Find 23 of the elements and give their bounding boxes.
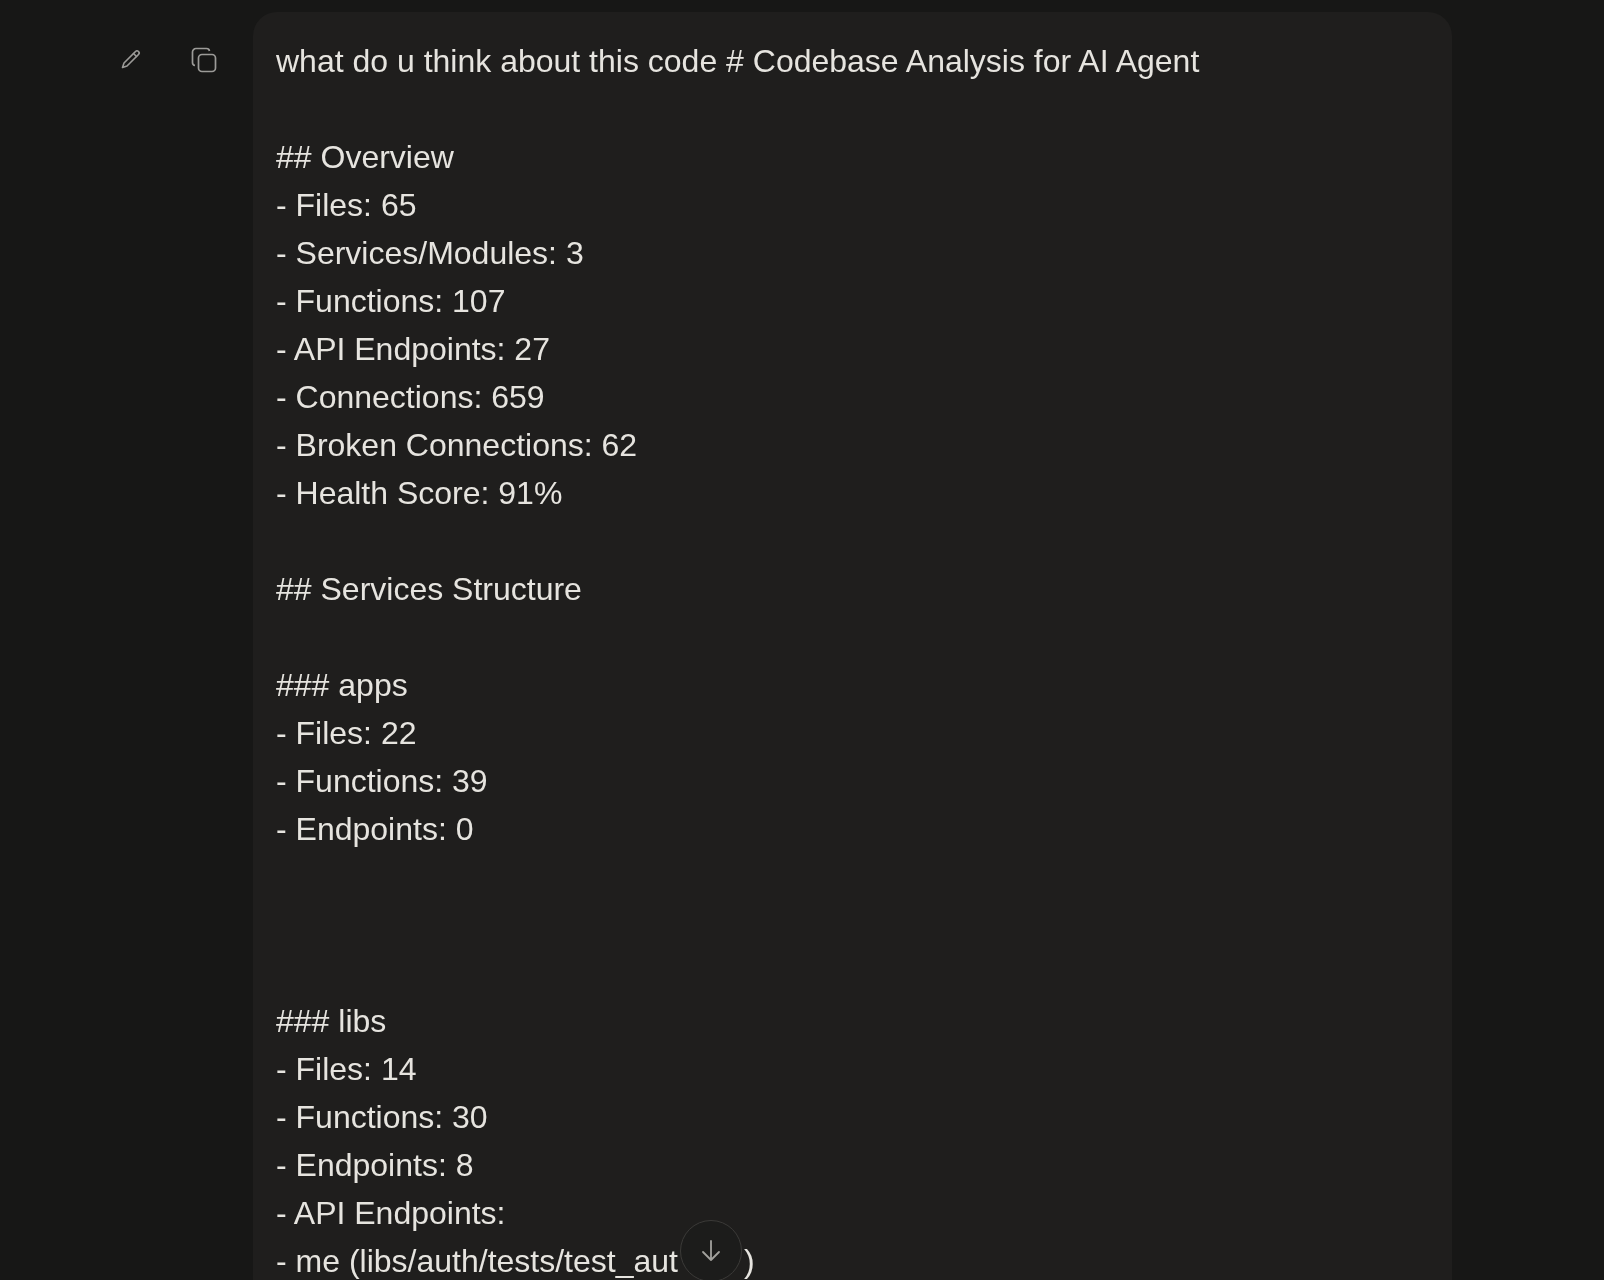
message-line: - API Endpoints: 27 — [276, 331, 550, 367]
message-line: - me (libs/auth/tests/test_aut — [276, 1242, 678, 1280]
message-line: - Functions: 107 — [276, 283, 506, 319]
message-line: - Connections: 659 — [276, 379, 545, 415]
down-arrow-icon — [700, 1240, 721, 1262]
message-line: - Services/Modules: 3 — [276, 235, 584, 271]
message-line: - Endpoints: 0 — [276, 811, 474, 847]
message-line: ) — [743, 1242, 755, 1280]
message-line: - Files: 22 — [276, 715, 417, 751]
message-line: ### apps — [276, 667, 408, 703]
copy-icon[interactable] — [191, 47, 217, 73]
message-line: ## Overview — [276, 139, 454, 175]
message-line: ### libs — [276, 1003, 387, 1039]
message-line: - API Endpoints: — [276, 1195, 506, 1231]
message-line: - Broken Connections: 62 — [276, 427, 638, 463]
message-line: - Health Score: 91% — [276, 475, 563, 511]
message-line: - Functions: 39 — [276, 763, 488, 799]
message-line: ## Services Structure — [276, 571, 582, 607]
message-line: - Files: 14 — [276, 1051, 417, 1087]
message-line: what do u think about this code # Codebase Analysis for AI Agent — [276, 43, 1200, 79]
message-line: - Files: 65 — [276, 187, 417, 223]
message-line: - Functions: 30 — [276, 1099, 488, 1135]
message-line: - Endpoints: 8 — [276, 1147, 474, 1183]
